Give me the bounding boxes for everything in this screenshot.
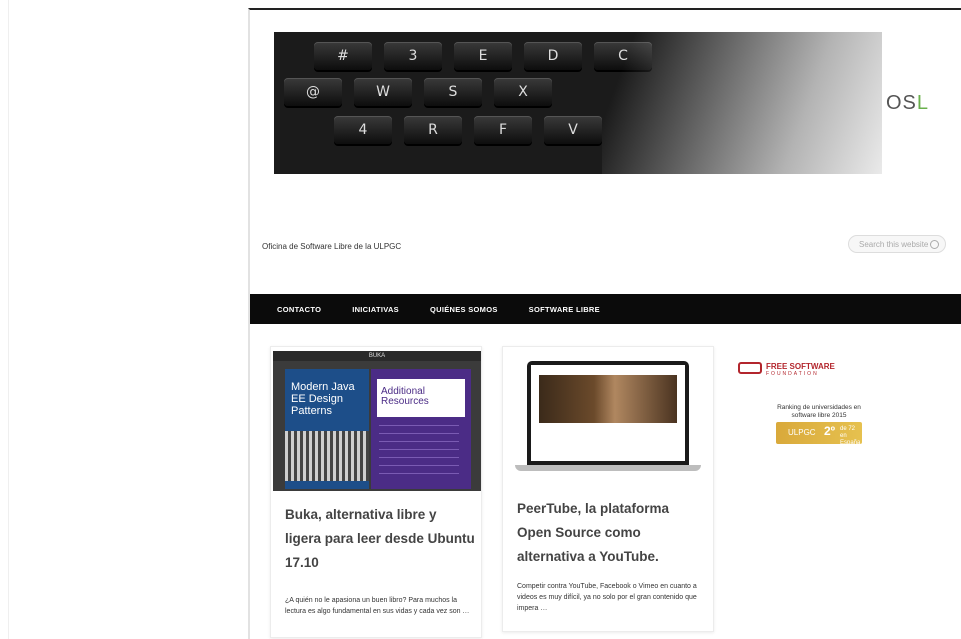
keyboard-key: V <box>544 116 602 144</box>
post-title[interactable]: Buka, alternativa libre y ligera para le… <box>285 503 475 575</box>
ranking-region: en España <box>840 433 861 446</box>
keyboard-key: 4 <box>334 116 392 144</box>
site-logo[interactable]: OSL <box>886 92 929 115</box>
keyboard-key: 3 <box>384 42 442 70</box>
ranking-caption: Ranking de universidades en software lib… <box>777 404 861 419</box>
post-card[interactable]: PeerTube, la plataforma Open Source como… <box>502 346 714 632</box>
left-margin <box>0 0 248 639</box>
peertube-screenshot <box>531 365 685 461</box>
keyboard-key: X <box>494 78 552 106</box>
keyboard-key: @ <box>284 78 342 106</box>
ranking-total-count: de 72 <box>840 426 856 432</box>
ranking-badge-widget[interactable]: Ranking de universidades en software lib… <box>774 402 864 450</box>
laptop-screen <box>527 361 689 465</box>
post-thumbnail[interactable]: BUKA Modern Java EE Design Patterns Addi… <box>273 351 481 491</box>
ranking-university: ULPGC <box>788 428 816 437</box>
nav-item-contacto[interactable]: CONTACTO <box>277 305 321 314</box>
margin-divider <box>8 0 9 639</box>
post-title[interactable]: PeerTube, la plataforma Open Source como… <box>517 497 707 569</box>
keyboard-key: R <box>404 116 462 144</box>
nav-item-software-libre[interactable]: SOFTWARE LIBRE <box>529 305 600 314</box>
book-page-left: Modern Java EE Design Patterns <box>285 369 369 489</box>
fsf-name: FREE SOFTWARE <box>766 362 835 371</box>
search-input[interactable]: Search this website <box>848 235 946 253</box>
keyboard-key: D <box>524 42 582 70</box>
fsf-banner[interactable]: FREE SOFTWARE FOUNDATION <box>738 360 838 380</box>
nav-item-quienes-somos[interactable]: QUIÉNES SOMOS <box>430 305 498 314</box>
book-page-right: Additional Resources <box>371 369 471 489</box>
search-icon[interactable] <box>930 240 939 249</box>
search-placeholder: Search this website <box>859 240 929 249</box>
book-title: Modern Java EE Design Patterns <box>291 381 355 417</box>
post-thumbnail[interactable] <box>515 361 701 473</box>
keyboard-key: # <box>314 42 372 70</box>
header-banner-image: # 3 E D C @ W S X 4 R F V <box>274 32 882 174</box>
keyboard-key: E <box>454 42 512 70</box>
post-card[interactable]: BUKA Modern Java EE Design Patterns Addi… <box>270 346 482 638</box>
keyboard-key: S <box>424 78 482 106</box>
video-player <box>539 375 677 423</box>
book-cover-photo <box>285 431 369 481</box>
main-nav: CONTACTO INICIATIVAS QUIÉNES SOMOS SOFTW… <box>250 294 961 324</box>
ranking-badge: ULPGC 2º de 72 en España <box>776 422 862 447</box>
book-panel: Additional Resources <box>377 379 465 417</box>
app-titlebar: BUKA <box>273 351 481 361</box>
keyboard-key: W <box>354 78 412 106</box>
nav-item-iniciativas[interactable]: INICIATIVAS <box>352 305 399 314</box>
site-logo-accent: L <box>916 92 930 114</box>
site-tagline: Oficina de Software Libre de la ULPGC <box>262 242 402 251</box>
post-excerpt: ¿A quién no le apasiona un buen libro? P… <box>285 597 470 615</box>
laptop-base <box>515 465 701 471</box>
ranking-total: de 72 en España <box>840 426 862 447</box>
ranking-position: 2º <box>824 424 836 438</box>
fsf-subtitle: FOUNDATION <box>766 371 819 377</box>
keyboard-key: F <box>474 116 532 144</box>
banner-light-overlay <box>602 32 882 174</box>
fsf-logo-icon <box>738 362 762 374</box>
site-logo-text: OS <box>886 92 917 114</box>
book-text-lines <box>379 425 459 481</box>
page-container: # 3 E D C @ W S X 4 R F V OSL Oficina de… <box>248 8 961 639</box>
post-excerpt: Competir contra YouTube, Facebook o Vime… <box>517 583 697 612</box>
